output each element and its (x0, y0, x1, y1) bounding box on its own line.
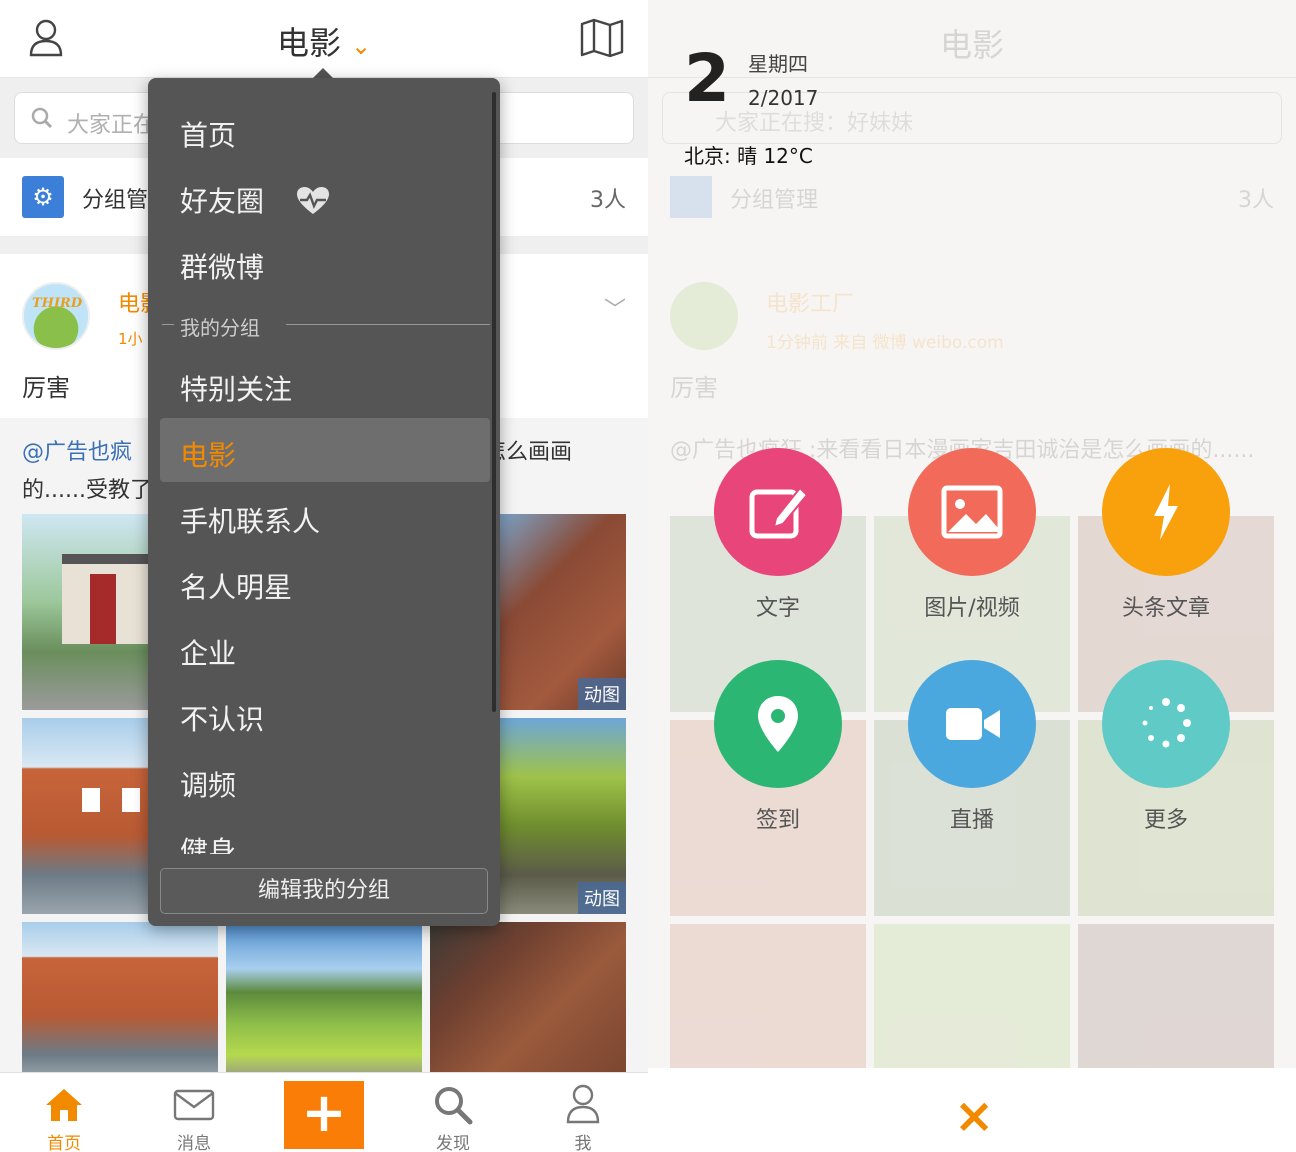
search-placeholder: 大家正在 (67, 113, 156, 138)
bg-count: 3人 (1238, 188, 1274, 213)
section-label: 我的分组 (180, 316, 260, 340)
close-icon[interactable]: × (954, 1088, 994, 1144)
menu-item-group-weibo[interactable]: 群微博 (160, 230, 490, 294)
group-count: 3人 (590, 188, 626, 213)
menu-item-home[interactable]: 首页 (160, 98, 490, 162)
home-icon (46, 1089, 82, 1121)
tab-bar: 首页 消息 + 发现 我 (0, 1072, 648, 1152)
menu-item-label: 好友圈 (180, 185, 265, 218)
page-title[interactable]: 电影 ⌄ (0, 18, 648, 64)
user-icon (566, 1084, 600, 1124)
right-screen: 电影 大家正在搜：好妹妹 分组管理 3人 电影工厂 1分钟前 来自 微博 wei… (648, 0, 1296, 1152)
menu-item-label: 手机联系人 (180, 505, 321, 538)
bg-user: 电影工厂 (766, 292, 855, 317)
action-label: 文字 (755, 596, 800, 621)
image-icon (941, 485, 1003, 539)
image-thumbnail[interactable] (22, 922, 218, 1078)
photo-video-button[interactable] (908, 448, 1036, 576)
gif-badge: 动图 (578, 678, 626, 710)
menu-item-label: 企业 (180, 637, 237, 670)
avatar (670, 282, 738, 350)
menu-item-label: 特别关注 (180, 373, 293, 406)
avatar-text: THIRD (32, 296, 83, 311)
menu-item-friends-circle[interactable]: 好友圈 (160, 164, 490, 228)
mention-link[interactable]: @广告也疯 (22, 440, 132, 465)
menu-item-fitness[interactable]: 健身 (160, 814, 490, 854)
bg-header: 电影 (648, 0, 1296, 78)
image-thumbnail[interactable]: 动图 (500, 514, 626, 710)
menu-item-label: 不认识 (180, 703, 265, 736)
group-manage-label: 分组管 (82, 188, 149, 213)
menu-item-label: 电影 (180, 439, 237, 472)
bg-search-text: 大家正在搜：好妹妹 (715, 111, 914, 136)
scrollbar[interactable] (492, 92, 496, 712)
search-icon (435, 1087, 473, 1125)
gear-icon (670, 176, 712, 218)
menu-item-label: 群微博 (180, 251, 265, 284)
tab-label: 我 (574, 1134, 592, 1152)
weather-weekday: 星期四 (748, 52, 808, 76)
repost-line2: 的......受教了 (22, 478, 152, 503)
menu-item-label: 健身 (180, 835, 237, 854)
post-time: 1小 (118, 330, 143, 348)
location-icon (758, 696, 798, 752)
menu-item-special[interactable]: 特别关注 (160, 352, 490, 416)
menu-item-movie[interactable]: 电影 (160, 418, 490, 482)
edit-groups-button[interactable]: 编辑我的分组 (160, 868, 488, 914)
action-label: 头条文章 (1121, 596, 1210, 621)
image-thumbnail[interactable]: 动图 (500, 718, 626, 914)
edit-icon (749, 486, 809, 539)
live-button[interactable] (908, 660, 1036, 788)
weather-city: 北京: 晴 12°C (684, 144, 813, 168)
tab-label: 消息 (177, 1134, 211, 1152)
mail-icon (173, 1089, 215, 1121)
compose-plus-button[interactable]: + (284, 1081, 364, 1149)
bg-group: 分组管理 (730, 188, 819, 213)
lightning-icon (1154, 484, 1178, 540)
bg-title: 电影 (939, 26, 1004, 64)
image-thumbnail (670, 924, 866, 1070)
action-label: 图片/视频 (924, 596, 1020, 621)
tab-label: 首页 (47, 1134, 81, 1152)
menu-item-label: 名人明星 (180, 571, 293, 604)
gif-badge: 动图 (578, 882, 626, 914)
chevron-down-icon: ⌄ (350, 32, 372, 60)
menu-item-celebrities[interactable]: 名人明星 (160, 550, 490, 614)
check-in-button[interactable] (714, 660, 842, 788)
image-thumbnail[interactable] (226, 922, 422, 1078)
left-screen: 电影 ⌄ 大家正在 ⚙ 分组管 3人 THIRD 电影 1小 ﹀ 厉害 @广告也疯… (0, 0, 648, 1152)
bg-text: 厉害 (670, 374, 718, 402)
top-bar: 电影 ⌄ (0, 0, 648, 78)
compose-text-button[interactable] (714, 448, 842, 576)
menu-item-label: 首页 (180, 119, 237, 152)
chevron-down-icon[interactable]: ﹀ (604, 292, 626, 324)
title-text: 电影 (276, 24, 341, 62)
map-icon[interactable] (580, 18, 624, 58)
menu-item-strangers[interactable]: 不认识 (160, 682, 490, 746)
search-icon (31, 107, 53, 129)
gear-icon: ⚙ (22, 176, 64, 218)
more-icon (1142, 698, 1191, 748)
tab-label: 发现 (436, 1134, 470, 1152)
video-icon (946, 708, 1000, 740)
menu-item-phone-contacts[interactable]: 手机联系人 (160, 484, 490, 548)
weather-date: 2/2017 (748, 86, 819, 110)
headline-article-button[interactable] (1102, 448, 1230, 576)
weather-day-number: 2 (684, 40, 730, 117)
image-thumbnail[interactable] (430, 922, 626, 1078)
heart-pulse-icon (297, 187, 329, 214)
post-text: 厉害 (22, 374, 70, 402)
avatar[interactable]: THIRD (22, 282, 90, 350)
action-label: 直播 (949, 808, 994, 833)
action-label: 签到 (755, 808, 800, 833)
more-button[interactable] (1102, 660, 1230, 788)
menu-item-company[interactable]: 企业 (160, 616, 490, 680)
menu-item-label: 调频 (180, 769, 237, 802)
menu-item-fm[interactable]: 调频 (160, 748, 490, 812)
group-dropdown: 首页 好友圈 群微博 我的分组 特别关注 电影 手机联系人 名人明星 企业 不认… (148, 78, 500, 926)
bg-meta: 1分钟前 来自 微博 weibo.com (766, 333, 1004, 353)
action-label: 更多 (1143, 808, 1188, 833)
image-thumbnail (1078, 924, 1274, 1070)
image-thumbnail (874, 924, 1070, 1070)
